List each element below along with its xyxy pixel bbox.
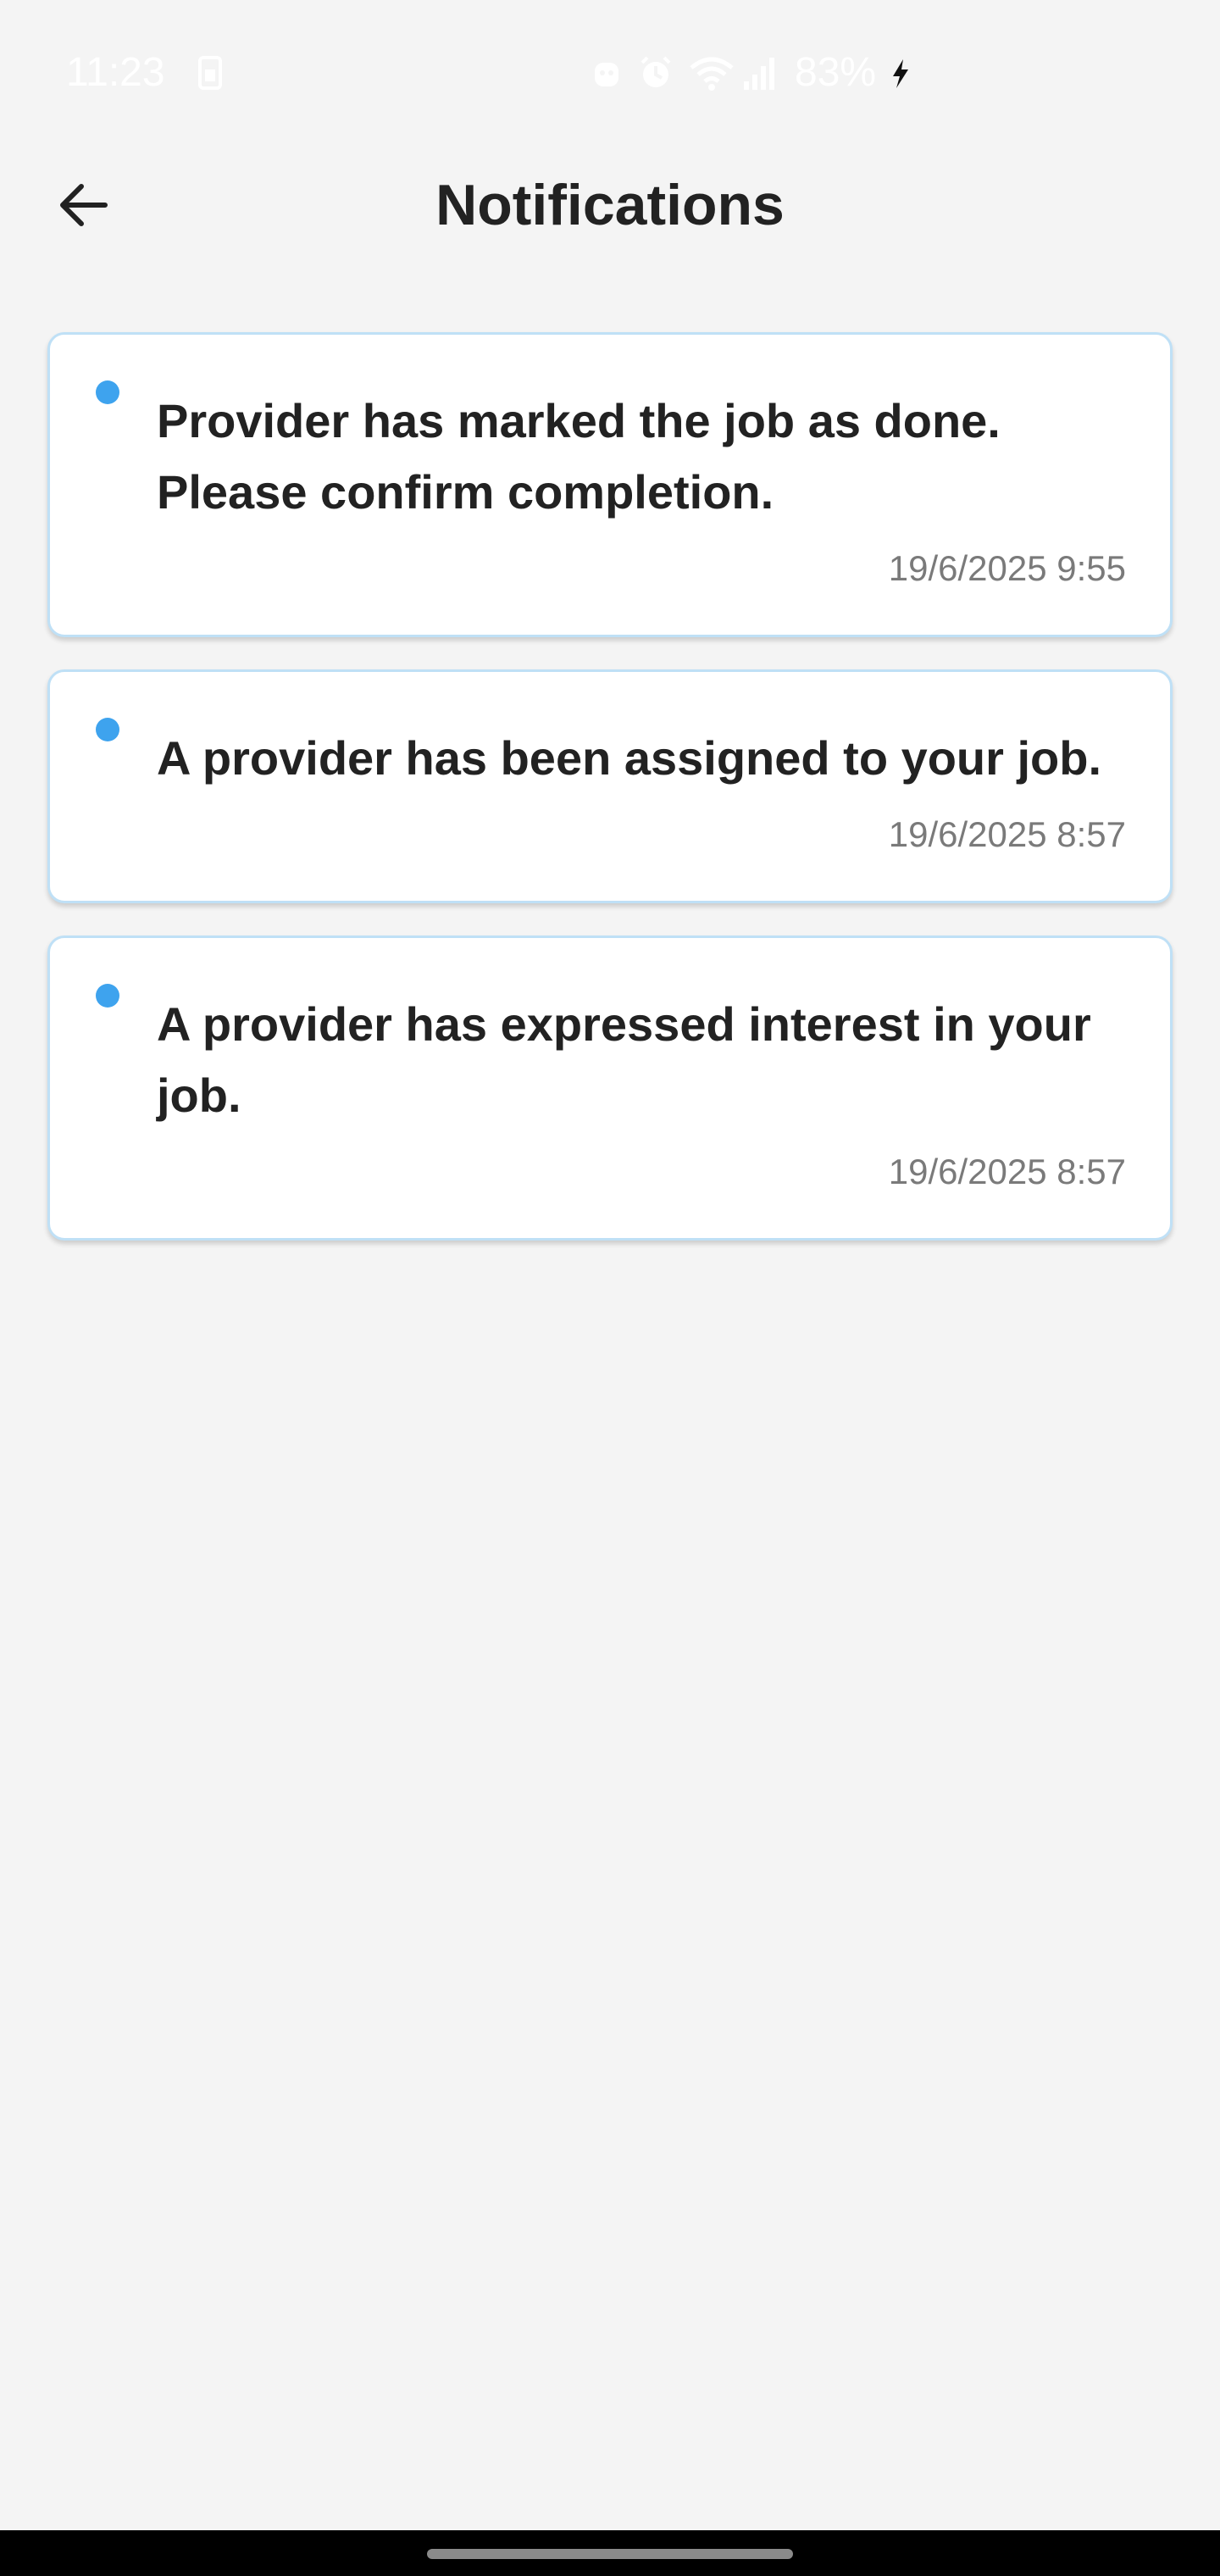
wifi-icon xyxy=(688,54,735,92)
system-nav-bar xyxy=(0,2530,1220,2576)
notification-card[interactable]: A provider has been assigned to your job… xyxy=(47,669,1173,903)
unread-dot-icon xyxy=(96,984,119,1008)
notification-timestamp: 19/6/2025 8:57 xyxy=(888,1152,1126,1191)
page-title: Notifications xyxy=(435,173,785,237)
notification-timestamp: 19/6/2025 8:57 xyxy=(888,814,1126,854)
home-indicator[interactable] xyxy=(427,2549,793,2559)
notifications-screen: 11:23 83% Notifications Provider has mar… xyxy=(0,0,1220,2576)
alarm-icon xyxy=(637,54,671,92)
battery-percent: 83% xyxy=(795,50,877,95)
notification-timestamp: 19/6/2025 9:55 xyxy=(888,548,1126,588)
notification-message: Provider has marked the job as done. Ple… xyxy=(157,394,1001,519)
notification-message: A provider has expressed interest in you… xyxy=(157,997,1091,1122)
unread-dot-icon xyxy=(96,718,119,741)
notification-card[interactable]: A provider has expressed interest in you… xyxy=(47,935,1173,1241)
status-time: 11:23 xyxy=(66,50,165,95)
sim-icon xyxy=(193,54,227,92)
signal-icon xyxy=(740,54,781,92)
notification-message: A provider has been assigned to your job… xyxy=(157,731,1102,785)
android-icon xyxy=(590,54,624,92)
unread-dot-icon xyxy=(96,380,119,404)
notification-list: Provider has marked the job as done. Ple… xyxy=(47,332,1173,1273)
notification-card[interactable]: Provider has marked the job as done. Ple… xyxy=(47,332,1173,637)
status-bar: 11:23 83% xyxy=(0,0,1220,146)
app-header: Notifications xyxy=(0,146,1220,264)
charging-icon xyxy=(888,54,913,92)
